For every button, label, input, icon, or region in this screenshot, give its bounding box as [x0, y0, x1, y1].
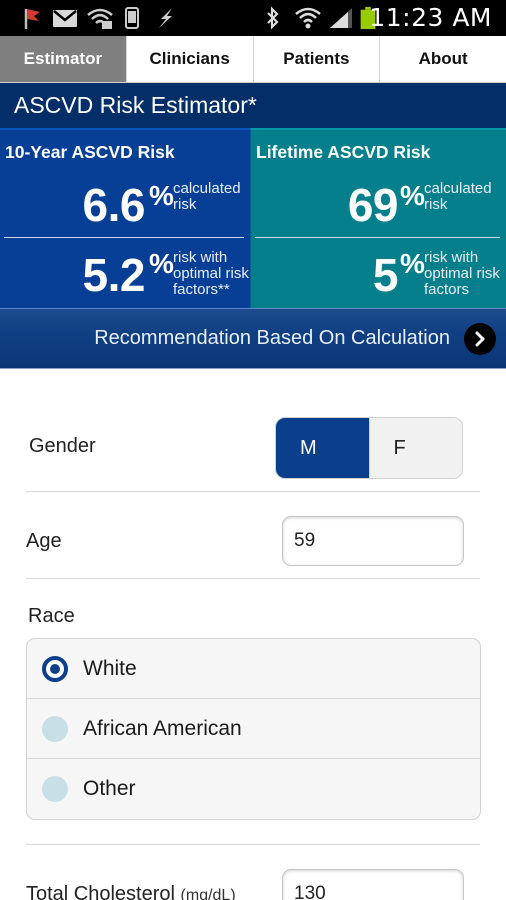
gender-option-f[interactable]: F: [368, 418, 462, 478]
chevron-right-icon: [464, 322, 496, 355]
wifi-signal-icon: [87, 8, 113, 29]
total-cholesterol-input[interactable]: 130: [282, 869, 464, 900]
ten-year-calculated-value: 6.6: [82, 179, 146, 231]
lifetime-calculated-value: 69: [347, 179, 399, 231]
race-option-label: Other: [83, 777, 136, 800]
tab-patients[interactable]: Patients: [254, 36, 381, 82]
tab-about[interactable]: About: [380, 36, 506, 82]
lifetime-risk-panel: Lifetime ASCVD Risk 69 % calculated risk…: [250, 128, 506, 308]
radio-unselected-icon: [42, 716, 68, 742]
race-option-african-american[interactable]: African American: [27, 699, 480, 759]
recommendation-button[interactable]: Recommendation Based On Calculation: [0, 308, 506, 369]
gender-option-m[interactable]: M: [276, 418, 369, 478]
radio-selected-icon: [42, 656, 68, 682]
page-title: ASCVD Risk Estimator*: [0, 83, 506, 128]
lifetime-optimal-value: 5: [372, 249, 399, 301]
tab-clinicians[interactable]: Clinicians: [127, 36, 254, 82]
tab-bar: Estimator Clinicians Patients About: [0, 36, 506, 83]
race-option-white[interactable]: White: [27, 639, 480, 699]
bluetooth-icon: [267, 6, 279, 30]
lifetime-calculated-label: calculated risk: [424, 180, 492, 213]
race-label: Race: [28, 605, 75, 627]
flag-icon: [24, 9, 40, 29]
ten-year-calculated-unit: %: [149, 180, 174, 211]
race-option-label: White: [83, 656, 137, 680]
phone-icon: [125, 7, 139, 29]
risk-form: Gender M F Age 59 Race White African Ame…: [0, 369, 506, 900]
status-bar: 11:23 AM: [0, 0, 506, 36]
lifetime-title: Lifetime ASCVD Risk: [256, 142, 431, 162]
age-input[interactable]: 59: [282, 516, 464, 566]
race-radio-group: White African American Other: [26, 638, 481, 820]
total-cholesterol-label-text: Total Cholesterol: [26, 883, 175, 900]
divider: [255, 237, 500, 238]
clock: 11:23 AM: [369, 3, 492, 32]
wifi-icon: [295, 7, 321, 29]
ten-year-optimal-unit: %: [149, 248, 174, 279]
ten-year-title: 10-Year ASCVD Risk: [5, 142, 175, 162]
total-cholesterol-label: Total Cholesterol (mg/dL): [26, 883, 236, 900]
divider: [26, 491, 480, 492]
gender-label: Gender: [29, 435, 96, 457]
divider: [4, 237, 244, 238]
lifetime-calculated-unit: %: [400, 180, 425, 211]
gender-toggle: M F: [275, 417, 463, 479]
lifetime-optimal-unit: %: [400, 248, 425, 279]
recommendation-label: Recommendation Based On Calculation: [94, 327, 450, 349]
tab-estimator[interactable]: Estimator: [0, 36, 127, 82]
ten-year-optimal-value: 5.2: [82, 249, 146, 301]
gmail-icon: [53, 10, 77, 27]
lightning-icon: [159, 8, 172, 28]
race-option-other[interactable]: Other: [27, 759, 480, 819]
total-cholesterol-unit: (mg/dL): [180, 887, 236, 900]
cell-signal-icon: [330, 8, 352, 28]
radio-unselected-icon: [42, 776, 68, 802]
divider: [26, 578, 480, 579]
age-label: Age: [26, 530, 62, 552]
lifetime-optimal-label: risk with optimal risk factors: [424, 249, 500, 298]
ten-year-optimal-label: risk with optimal risk factors**: [173, 249, 249, 298]
race-option-label: African American: [83, 716, 242, 740]
divider: [26, 844, 480, 845]
ten-year-calculated-label: calculated risk: [173, 180, 241, 213]
ten-year-risk-panel: 10-Year ASCVD Risk 6.6 % calculated risk…: [0, 128, 250, 308]
